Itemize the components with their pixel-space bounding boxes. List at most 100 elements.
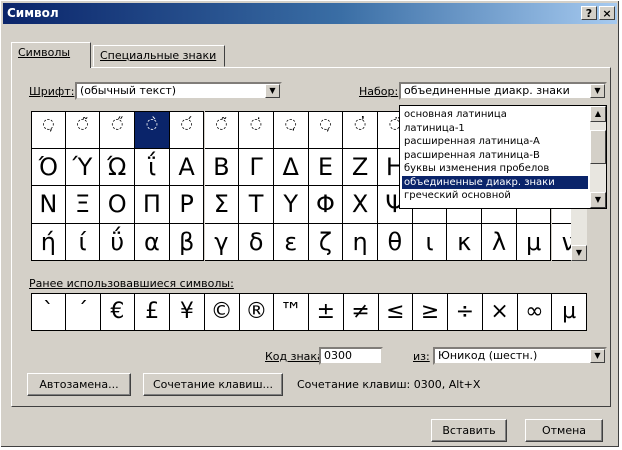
recent-symbols-label: Ранее использовавшиеся символы:: [29, 277, 234, 290]
symbol-cell[interactable]: Ε: [308, 148, 344, 186]
recent-symbol-cell[interactable]: ´: [65, 293, 101, 331]
symbol-cell[interactable]: ΐ: [135, 148, 170, 186]
symbol-cell[interactable]: Ώ: [100, 148, 136, 186]
cancel-button[interactable]: Отмена: [525, 419, 603, 442]
encoding-select[interactable]: Юникод (шестн.) ▼: [433, 347, 607, 365]
tab-symbols[interactable]: Символы: [11, 42, 91, 68]
scroll-thumb[interactable]: [590, 130, 606, 164]
symbol-cell[interactable]: Ό: [31, 148, 66, 186]
recent-symbols: ` ´ € £ ¥ © ® ™ ± ≠ ≤ ≥ ÷ × ∞ µ: [31, 293, 587, 333]
recent-symbol-cell[interactable]: €: [100, 293, 136, 331]
symbol-cell[interactable]: Δ: [273, 148, 309, 186]
symbol-cell[interactable]: β: [169, 223, 205, 261]
symbol-cell[interactable]: ◌̀: [135, 111, 170, 149]
subset-select-value: объединенные диакр. знаки: [404, 84, 570, 97]
dialog-title: Символ: [7, 6, 59, 20]
subset-option[interactable]: расширенная латиница-A: [402, 135, 588, 148]
subset-dropdown-list: ▲ ▼ основная латиница латиница-1 расширенн…: [399, 105, 607, 209]
symbol-cell[interactable]: Φ: [308, 186, 344, 224]
symbol-cell[interactable]: ◌́: [169, 111, 205, 149]
symbol-cell[interactable]: Α: [169, 148, 205, 186]
symbol-cell[interactable]: ◌̦: [31, 111, 66, 149]
symbol-cell[interactable]: Ν: [31, 186, 66, 224]
dropdown-scrollbar[interactable]: ▲ ▼: [590, 106, 606, 208]
symbol-cell[interactable]: μ: [516, 223, 552, 261]
recent-symbol-cell[interactable]: ≠: [343, 293, 379, 331]
symbol-cell[interactable]: Ξ: [65, 186, 101, 224]
symbol-cell[interactable]: ί: [65, 223, 101, 261]
recent-symbol-cell[interactable]: µ: [552, 293, 587, 331]
font-label: Шрифт:: [29, 85, 75, 98]
chevron-down-icon[interactable]: ▼: [590, 84, 605, 98]
recent-symbol-cell[interactable]: ≤: [378, 293, 414, 331]
font-select[interactable]: (обычный текст) ▼: [75, 82, 282, 100]
symbol-cell[interactable]: ◌̋: [100, 111, 136, 149]
symbol-cell[interactable]: Γ: [239, 148, 274, 186]
chevron-down-icon[interactable]: ▼: [265, 84, 280, 98]
subset-option[interactable]: основная латиница: [402, 108, 588, 121]
symbol-cell[interactable]: ◌̃: [65, 111, 101, 149]
recent-symbol-cell[interactable]: ™: [274, 293, 309, 331]
encoding-select-value: Юникод (шестн.): [438, 349, 538, 362]
symbol-cell[interactable]: θ: [378, 223, 413, 261]
symbol-cell[interactable]: ή: [31, 223, 66, 261]
symbol-cell[interactable]: ι: [412, 223, 448, 261]
symbol-cell[interactable]: ◌̣: [273, 111, 309, 149]
close-button[interactable]: ×: [599, 6, 615, 20]
symbol-cell[interactable]: ζ: [308, 223, 344, 261]
char-code-input[interactable]: 0300: [319, 347, 383, 365]
autocorrect-button[interactable]: Автозамена...: [27, 373, 131, 396]
from-label: из:: [413, 350, 430, 363]
font-select-value: (обычный текст): [80, 84, 177, 97]
symbol-cell[interactable]: Π: [135, 186, 170, 224]
symbol-cell[interactable]: λ: [482, 223, 517, 261]
recent-symbol-cell[interactable]: ∞: [517, 293, 553, 331]
shortcut-text: Сочетание клавиш: 0300, Alt+X: [297, 378, 481, 391]
symbol-cell[interactable]: γ: [204, 223, 240, 261]
symbol-cell[interactable]: α: [135, 223, 170, 261]
recent-symbol-cell[interactable]: `: [31, 293, 66, 331]
title-bar[interactable]: Символ ? ×: [3, 3, 617, 24]
subset-option[interactable]: расширенная латиница-B: [402, 149, 588, 162]
scroll-up-icon[interactable]: ▲: [590, 106, 606, 122]
subset-option[interactable]: объединенные диакр. знаки: [402, 175, 588, 189]
recent-symbol-cell[interactable]: ©: [204, 293, 240, 331]
symbol-cell[interactable]: Τ: [239, 186, 274, 224]
symbol-cell[interactable]: Ο: [100, 186, 136, 224]
subset-select[interactable]: объединенные диакр. знаки ▼: [399, 82, 607, 100]
symbol-cell[interactable]: ◌̦: [308, 111, 344, 149]
symbol-cell[interactable]: Υ: [273, 186, 309, 224]
symbol-cell[interactable]: ◌̃: [204, 111, 240, 149]
help-button[interactable]: ?: [581, 6, 597, 20]
symbol-cell[interactable]: Ύ: [65, 148, 101, 186]
symbol-cell[interactable]: κ: [447, 223, 483, 261]
symbol-cell[interactable]: Χ: [343, 186, 378, 224]
tab-special-characters[interactable]: Специальные знаки: [93, 45, 225, 67]
symbol-cell[interactable]: η: [343, 223, 378, 261]
symbol-cell[interactable]: ΰ: [100, 223, 136, 261]
recent-symbol-cell[interactable]: ¥: [170, 293, 205, 331]
symbol-cell[interactable]: ε: [273, 223, 309, 261]
scroll-down-icon[interactable]: ▼: [590, 192, 606, 208]
shortcut-key-button[interactable]: Сочетание клавиш...: [143, 373, 283, 396]
subset-option[interactable]: греческий основной: [402, 189, 588, 202]
symbol-cell[interactable]: Ζ: [343, 148, 378, 186]
recent-symbol-cell[interactable]: ®: [239, 293, 275, 331]
recent-symbol-cell[interactable]: ±: [309, 293, 344, 331]
scroll-down-icon[interactable]: ▼: [571, 245, 587, 261]
symbol-cell[interactable]: Β: [204, 148, 240, 186]
symbol-cell[interactable]: δ: [239, 223, 274, 261]
subset-label: Набор:: [359, 85, 399, 98]
recent-symbol-cell[interactable]: ×: [482, 293, 518, 331]
subset-option[interactable]: буквы изменения пробелов: [402, 162, 588, 175]
recent-symbol-cell[interactable]: ≥: [413, 293, 448, 331]
recent-symbol-cell[interactable]: £: [135, 293, 170, 331]
symbol-cell[interactable]: Σ: [204, 186, 240, 224]
symbol-cell[interactable]: ◌̓: [343, 111, 378, 149]
symbol-cell[interactable]: Ρ: [169, 186, 205, 224]
symbol-cell[interactable]: ◌̇: [239, 111, 274, 149]
insert-button[interactable]: Вставить: [431, 419, 507, 442]
recent-symbol-cell[interactable]: ÷: [448, 293, 483, 331]
chevron-down-icon[interactable]: ▼: [590, 349, 605, 363]
subset-option[interactable]: латиница-1: [402, 122, 588, 135]
